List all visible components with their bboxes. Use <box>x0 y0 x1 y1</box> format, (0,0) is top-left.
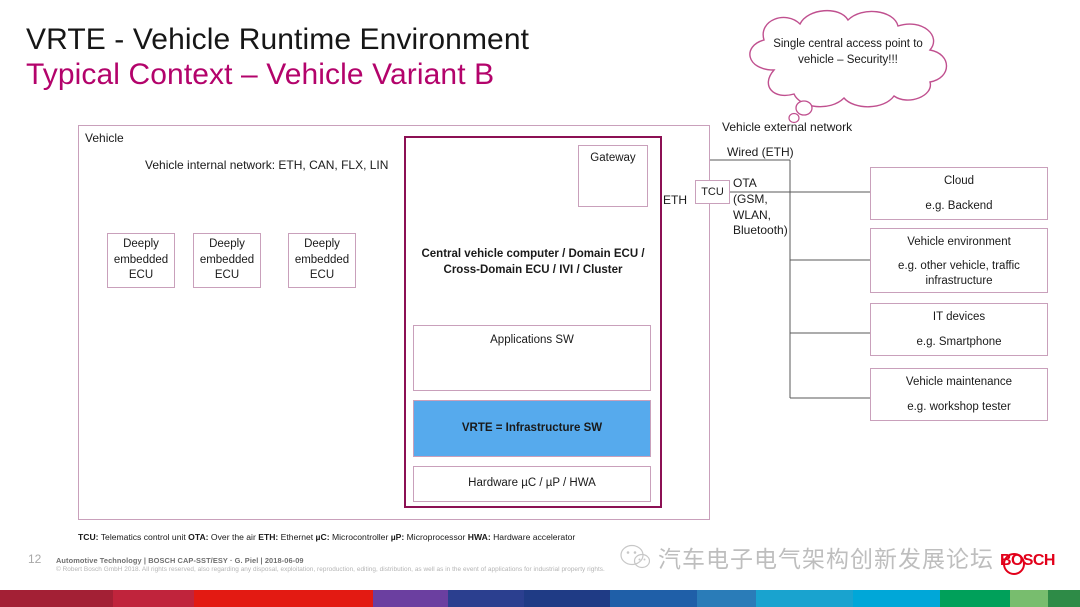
legend-text: Over the air <box>208 532 259 542</box>
color-bar-segment <box>939 590 1010 607</box>
eth-label: ETH <box>663 193 687 207</box>
architecture-diagram: Vehicle Vehicle internal network: ETH, C… <box>0 0 1080 540</box>
watermark-text: 汽车电子电气架构创新发展论坛 <box>658 547 994 573</box>
legend-abbr: µP: <box>390 532 405 542</box>
gateway-box: Gateway <box>578 145 648 207</box>
legend-text: Microcontroller <box>329 532 391 542</box>
central-computer-title: Central vehicle computer / Domain ECU / … <box>421 248 645 277</box>
color-bar-segment <box>0 590 114 607</box>
external-system-title: Cloud <box>943 175 975 187</box>
legend-text: Telematics control unit <box>98 532 189 542</box>
bosch-logo: BOSCH <box>1000 552 1055 569</box>
external-system-title: Vehicle maintenance <box>905 376 1013 388</box>
external-system-example: e.g. Backend <box>925 200 993 212</box>
color-bar-segment <box>1009 590 1048 607</box>
color-bar-segment <box>523 590 611 607</box>
legend-abbr: HWA: <box>467 532 491 542</box>
color-bar-segment <box>372 590 449 607</box>
forum-watermark: 汽车电子电气架构创新发展论坛 <box>620 540 994 574</box>
page-number: 12 <box>28 552 42 566</box>
color-bar-segment <box>113 590 195 607</box>
deeply-embedded-ecu-box: Deeply embedded ECU <box>107 233 175 288</box>
tcu-box: TCU <box>695 180 730 204</box>
deeply-embedded-ecu-box: Deeply embedded ECU <box>288 233 356 288</box>
legend-text: Hardware accelerator <box>490 532 576 542</box>
color-bar-segment <box>696 590 756 607</box>
legend-text: Microprocessor <box>404 532 468 542</box>
deeply-embedded-ecu-box: Deeply embedded ECU <box>193 233 261 288</box>
legend-abbr: OTA: <box>188 532 209 542</box>
color-bar-segment <box>853 590 940 607</box>
wechat-icon <box>620 544 650 569</box>
external-system-box: Cloud e.g. Backend <box>870 167 1048 220</box>
external-system-title: Vehicle environment <box>907 236 1011 248</box>
legend-abbr: µC: <box>315 532 330 542</box>
vehicle-label: Vehicle <box>85 131 124 145</box>
color-bar-segment <box>755 590 854 607</box>
external-system-example: e.g. Smartphone <box>916 336 1002 348</box>
internal-network-label: Vehicle internal network: ETH, CAN, FLX,… <box>145 158 389 172</box>
legend-text: Ethernet <box>278 532 316 542</box>
external-system-example: e.g. other vehicle, traffic infrastructu… <box>898 260 1020 287</box>
ota-label: OTA (GSM, WLAN, Bluetooth) <box>733 176 788 238</box>
legend-abbr: ETH: <box>258 532 279 542</box>
hardware-box: Hardware µC / µP / HWA <box>413 466 651 502</box>
external-system-title: IT devices <box>932 311 986 323</box>
external-system-box: Vehicle maintenance e.g. workshop tester <box>870 368 1048 421</box>
vrte-infrastructure-sw-box: VRTE = Infrastructure SW <box>413 400 651 457</box>
external-system-box: IT devices e.g. Smartphone <box>870 303 1048 356</box>
footer-meta: Automotive Technology | BOSCH CAP-SST/ES… <box>56 556 304 565</box>
color-bar-segment <box>194 590 373 607</box>
color-bar-segment <box>1047 590 1080 607</box>
applications-sw-box: Applications SW <box>413 325 651 391</box>
external-system-example: e.g. workshop tester <box>907 401 1011 413</box>
legend-abbr: TCU: <box>78 532 99 542</box>
wired-eth-label: Wired (ETH) <box>727 145 794 159</box>
color-bar-segment <box>610 590 697 607</box>
brand-color-bar <box>0 590 1080 607</box>
footer-copyright: © Robert Bosch GmbH 2018. All rights res… <box>56 566 605 573</box>
color-bar-segment <box>448 590 524 607</box>
external-system-box: Vehicle environment e.g. other vehicle, … <box>870 228 1048 293</box>
